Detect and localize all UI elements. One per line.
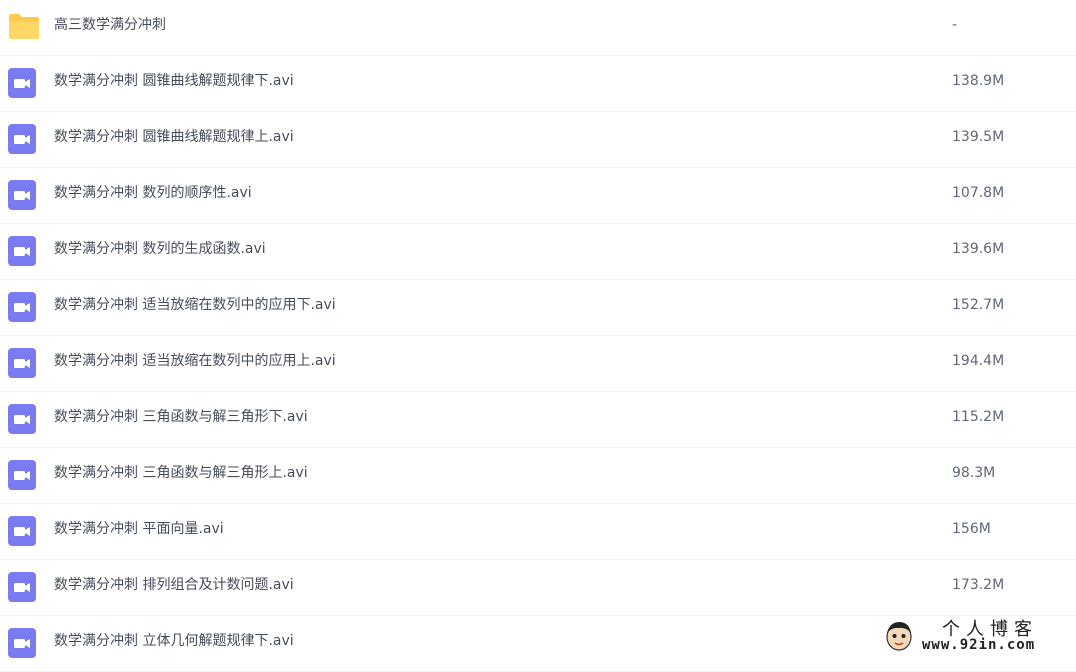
file-size: 139.6M bbox=[952, 224, 1004, 274]
file-name: 数学满分冲刺 数列的顺序性.avi bbox=[54, 168, 252, 218]
file-row-video[interactable]: 数学满分冲刺 三角函数与解三角形上.avi 98.3M bbox=[0, 448, 1076, 504]
file-name: 高三数学满分冲刺 bbox=[54, 0, 166, 50]
file-row-video[interactable]: 数学满分冲刺 适当放缩在数列中的应用下.avi 152.7M bbox=[0, 280, 1076, 336]
video-file-icon bbox=[8, 628, 38, 658]
file-name: 数学满分冲刺 数列的生成函数.avi bbox=[54, 224, 266, 274]
file-name: 数学满分冲刺 适当放缩在数列中的应用下.avi bbox=[54, 280, 336, 330]
watermark-url: www.92in.com bbox=[922, 637, 1035, 653]
file-row-video[interactable]: 数学满分冲刺 圆锥曲线解题规律下.avi 138.9M bbox=[0, 56, 1076, 112]
folder-icon bbox=[8, 12, 38, 42]
file-row-video[interactable]: 数学满分冲刺 平面向量.avi 156M bbox=[0, 504, 1076, 560]
cartoon-face-icon bbox=[882, 619, 916, 653]
file-name: 数学满分冲刺 圆锥曲线解题规律上.avi bbox=[54, 112, 294, 162]
watermark: 个人博客 www.92in.com bbox=[882, 617, 1072, 659]
video-file-icon bbox=[8, 236, 38, 266]
video-file-icon bbox=[8, 124, 38, 154]
video-file-icon bbox=[8, 348, 38, 378]
file-size: 139.5M bbox=[952, 112, 1004, 162]
file-name: 数学满分冲刺 适当放缩在数列中的应用上.avi bbox=[54, 336, 336, 386]
video-file-icon bbox=[8, 460, 38, 490]
file-size: 194.4M bbox=[952, 336, 1004, 386]
file-size: 173.2M bbox=[952, 560, 1004, 610]
file-row-folder[interactable]: 高三数学满分冲刺 - bbox=[0, 0, 1076, 56]
file-size: 156M bbox=[952, 504, 991, 554]
file-size: 115.2M bbox=[952, 392, 1004, 442]
file-name: 数学满分冲刺 平面向量.avi bbox=[54, 504, 224, 554]
file-row-video[interactable]: 数学满分冲刺 数列的顺序性.avi 107.8M bbox=[0, 168, 1076, 224]
file-row-video[interactable]: 数学满分冲刺 圆锥曲线解题规律上.avi 139.5M bbox=[0, 112, 1076, 168]
file-row-video[interactable]: 数学满分冲刺 适当放缩在数列中的应用上.avi 194.4M bbox=[0, 336, 1076, 392]
file-size: - bbox=[952, 0, 957, 50]
file-name: 数学满分冲刺 三角函数与解三角形上.avi bbox=[54, 448, 308, 498]
video-file-icon bbox=[8, 180, 38, 210]
file-row-video[interactable]: 数学满分冲刺 三角函数与解三角形下.avi 115.2M bbox=[0, 392, 1076, 448]
video-file-icon bbox=[8, 516, 38, 546]
file-size: 107.8M bbox=[952, 168, 1004, 218]
file-list: 高三数学满分冲刺 - 数学满分冲刺 圆锥曲线解题规律下.avi 138.9M 数… bbox=[0, 0, 1076, 663]
file-name: 数学满分冲刺 圆锥曲线解题规律下.avi bbox=[54, 56, 294, 106]
file-row-video[interactable]: 数学满分冲刺 排列组合及计数问题.avi 173.2M bbox=[0, 560, 1076, 616]
file-row-video[interactable]: 数学满分冲刺 数列的生成函数.avi 139.6M bbox=[0, 224, 1076, 280]
video-file-icon bbox=[8, 572, 38, 602]
video-file-icon bbox=[8, 404, 38, 434]
file-size: 152.7M bbox=[952, 280, 1004, 330]
file-name: 数学满分冲刺 立体几何解题规律下.avi bbox=[54, 616, 294, 666]
file-name: 数学满分冲刺 三角函数与解三角形下.avi bbox=[54, 392, 308, 442]
video-file-icon bbox=[8, 292, 38, 322]
file-size: 138.9M bbox=[952, 56, 1004, 106]
file-size: 98.3M bbox=[952, 448, 995, 498]
video-file-icon bbox=[8, 68, 38, 98]
file-name: 数学满分冲刺 排列组合及计数问题.avi bbox=[54, 560, 294, 610]
